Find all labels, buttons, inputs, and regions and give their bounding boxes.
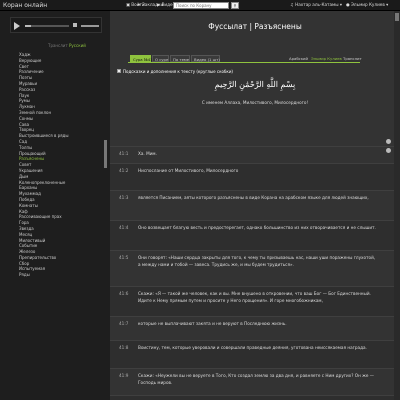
audio-player [10, 17, 102, 33]
ayah-number[interactable]: 41:9 [119, 373, 128, 378]
ayah-row: 41:10Он воздвиг над землей незыблемые го… [110, 395, 400, 400]
top-navbar: Коран онлайн ▣ Войти ★ Закладки ▶ Видео … [0, 0, 400, 11]
ayah-text: Они говорят: «Наши сердца закрыты для то… [138, 255, 378, 268]
ayah-row: 41:9 Скажи: «Неужели вы не веруете в Того… [110, 368, 400, 395]
ayah-text-main: Воистину, тем, которые уверовали и совер… [138, 345, 367, 350]
ayah-row: 41:8 Воистину, тем, которые уверовали и с… [110, 340, 400, 368]
basmala-translation: С именем Аллаха, Милостивого, Милосердно… [201, 100, 309, 105]
seek-progress [25, 25, 31, 27]
ayah-text: Скажи: «Я — такой же человек, как и вы. … [138, 291, 378, 304]
hints-checkbox[interactable] [117, 69, 121, 73]
translator-label: Эльмир Кулиев [351, 2, 385, 7]
lang-arabic[interactable]: Арабский [289, 56, 308, 61]
site-brand[interactable]: Коран онлайн [3, 2, 47, 9]
ayah-text: Ха. Мим. [138, 151, 378, 158]
ayah-row: 41:3 является Писанием, аяты которого раз… [110, 190, 400, 220]
tab-about[interactable]: О суре [152, 55, 169, 62]
search-input[interactable] [173, 2, 229, 9]
copy-icon[interactable] [386, 148, 391, 153]
translator-dropdown[interactable]: ● Эльмир Кулиев ▾ [346, 2, 388, 7]
page-title: Фуссылат | Разъяснены [208, 22, 302, 31]
share-icon[interactable] [386, 139, 391, 144]
hints-label: Подсказки и дополнения к тексту (круглые… [123, 69, 233, 74]
ayah-number[interactable]: 41:3 [119, 195, 128, 200]
ayah-number[interactable]: 41:4 [119, 225, 128, 230]
page-scrollbar[interactable] [394, 11, 400, 400]
ayah-text-main: является Писанием, аяты которого разъясн… [138, 195, 369, 200]
ayah-number[interactable]: 41:2 [119, 168, 128, 173]
seek-bar[interactable] [25, 25, 69, 27]
ayah-row: 41:5 Они говорят: «Наши сердца закрыты дл… [110, 250, 400, 286]
ayah-text: Скажи: «Неужели вы не веруете в Того, Кт… [138, 373, 378, 386]
translit-label: Транслит [48, 43, 68, 48]
ayah-row: 41:6 Скажи: «Я — такой же человек, как и … [110, 286, 400, 316]
ayah-row: 41:7 которые не выплачивают закята и не в… [110, 316, 400, 340]
ayah-row: 41:4 Оно возвещает благую весть и предост… [110, 220, 400, 250]
ayah-text: которые не выплачивают закята и не верую… [138, 321, 378, 328]
ayah-number[interactable]: 41:6 [119, 291, 128, 296]
ayah-text: Воистину, тем, которые уверовали и совер… [138, 345, 378, 352]
ayah-text-main: Ниспослание от Милостивого, Милосердного [138, 168, 239, 173]
ayah-text-main: Они говорят: «Наши сердца закрыты для то… [138, 255, 376, 267]
ayah-text-main: Скажи: «Я — такой же человек, как и вы. … [138, 291, 371, 303]
sura-list-scrollbar[interactable] [104, 140, 107, 168]
volume-slider[interactable] [81, 25, 99, 27]
language-label: Русский [69, 43, 86, 48]
ayah-row: 41:1 Ха. Мим. [110, 146, 400, 160]
speaker-icon[interactable] [73, 23, 77, 27]
lang-kuliev[interactable]: Эльмир Кулиев [311, 56, 342, 61]
tab-topic[interactable]: По теме [170, 55, 190, 62]
ayah-number[interactable]: 41:8 [119, 345, 128, 350]
tab-sura[interactable]: Сура №41 [130, 55, 153, 62]
ayah-text-main: Скажи: «Неужели вы не веруете в Того, Кт… [138, 373, 374, 385]
sura-list-item[interactable]: Ряды [19, 272, 111, 278]
ayah-text-main: Оно возвещает благую весть и предостерег… [138, 225, 376, 230]
ayah-text-main: Ха. Мим. [138, 151, 157, 156]
ayah-text: является Писанием, аяты которого разъясн… [138, 195, 378, 202]
reciter-dropdown[interactable]: ♫ Нахтар аль-Катамы ▾ [290, 2, 342, 7]
basmala-arabic: بِسْمِ اللَّهِ الرَّحْمَٰنِ الرَّحِيمِ [214, 80, 296, 89]
reciter-label: Нахтар аль-Катамы [295, 2, 339, 7]
translation-selector[interactable]: Транслит Русский [48, 43, 86, 48]
ayah-number[interactable]: 41:5 [119, 255, 128, 260]
ayah-number[interactable]: 41:1 [119, 151, 128, 156]
page-scroll-thumb[interactable] [395, 13, 399, 21]
ayah-number[interactable]: 41:7 [119, 321, 128, 326]
lang-translit[interactable]: Транслит [343, 56, 362, 61]
tab-underline [128, 62, 360, 63]
ayah-text: Оно возвещает благую весть и предостерег… [138, 225, 378, 232]
ayah-text: Ниспослание от Милостивого, Милосердного [138, 168, 378, 175]
tab-video[interactable]: Видео (1 шт) [191, 55, 220, 62]
ayah-text-main: которые не выплачивают закята и не верую… [138, 321, 287, 326]
play-icon[interactable] [14, 22, 20, 30]
ayah-row: 41:2 Ниспослание от Милостивого, Милосерд… [110, 163, 400, 190]
sura-list: Хадж Верующие Свет Различение Поэты Муравьи Ра… [19, 52, 111, 400]
search-button[interactable]: ⚲ [231, 2, 239, 9]
